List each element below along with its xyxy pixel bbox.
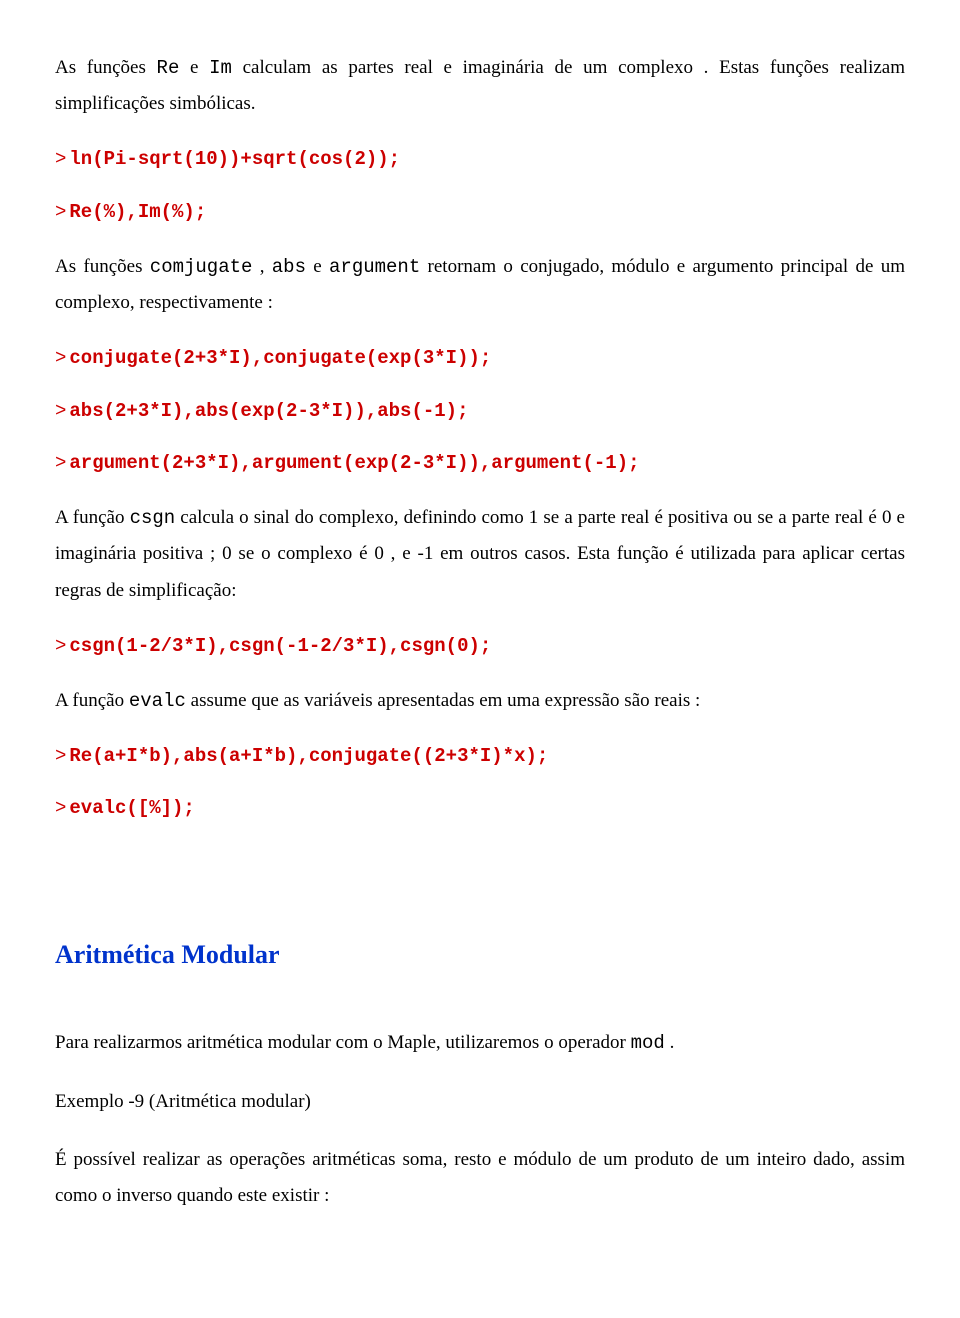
prompt: > (55, 745, 66, 767)
heading-aritmetica-modular: Aritmética Modular (55, 934, 905, 976)
intro-conj-abs-arg: As funções comjugate , abs e argument re… (55, 249, 905, 321)
text: As funções (55, 57, 157, 78)
text: e (179, 57, 209, 78)
intro-operations: É possível realizar as operações aritmét… (55, 1142, 905, 1214)
prompt: > (55, 201, 66, 223)
maple-input-csgn: >csgn(1-2/3*I),csgn(-1-2/3*I),csgn(0); (55, 631, 905, 661)
maple-input-evalc: >evalc([%]); (55, 793, 905, 823)
intro-evalc: A função evalc assume que as variáveis a… (55, 683, 905, 719)
prompt: > (55, 400, 66, 422)
fn-conjugate: comjugate (150, 256, 253, 278)
code: argument(2+3*I),argument(exp(2-3*I)),arg… (69, 452, 639, 474)
fn-re: Re (157, 57, 180, 79)
code: abs(2+3*I),abs(exp(2-3*I)),abs(-1); (69, 400, 468, 422)
maple-input-re-abs-conj: >Re(a+I*b),abs(a+I*b),conjugate((2+3*I)*… (55, 741, 905, 771)
text: assume que as variáveis apresentadas em … (186, 690, 700, 711)
fn-abs: abs (272, 256, 306, 278)
text: Para realizarmos aritmética modular com … (55, 1032, 631, 1053)
fn-evalc: evalc (129, 690, 186, 712)
maple-input-abs: >abs(2+3*I),abs(exp(2-3*I)),abs(-1); (55, 396, 905, 426)
text: . (665, 1032, 675, 1053)
prompt: > (55, 452, 66, 474)
maple-input-argument: >argument(2+3*I),argument(exp(2-3*I)),ar… (55, 448, 905, 478)
code: Re(%),Im(%); (69, 201, 206, 223)
code: conjugate(2+3*I),conjugate(exp(3*I)); (69, 347, 491, 369)
prompt: > (55, 635, 66, 657)
code: evalc([%]); (69, 797, 194, 819)
text: A função (55, 690, 129, 711)
maple-input-re-im: >Re(%),Im(%); (55, 197, 905, 227)
fn-mod: mod (631, 1032, 665, 1054)
intro-re-im: As funções Re e Im calculam as partes re… (55, 50, 905, 122)
fn-argument: argument (329, 256, 420, 278)
text: calcula o sinal do complexo, definindo c… (55, 507, 905, 600)
text: As funções (55, 256, 150, 277)
text: , (252, 256, 271, 277)
prompt: > (55, 797, 66, 819)
text: e (306, 256, 329, 277)
code: csgn(1-2/3*I),csgn(-1-2/3*I),csgn(0); (69, 635, 491, 657)
code: ln(Pi-sqrt(10))+sqrt(cos(2)); (69, 148, 400, 170)
maple-input-ln: >ln(Pi-sqrt(10))+sqrt(cos(2)); (55, 144, 905, 174)
maple-input-conjugate: >conjugate(2+3*I),conjugate(exp(3*I)); (55, 343, 905, 373)
prompt: > (55, 347, 66, 369)
example-label: Exemplo -9 (Aritmética modular) (55, 1084, 905, 1120)
text: A função (55, 507, 130, 528)
intro-mod: Para realizarmos aritmética modular com … (55, 1025, 905, 1061)
fn-csgn: csgn (130, 507, 176, 529)
code: Re(a+I*b),abs(a+I*b),conjugate((2+3*I)*x… (69, 745, 548, 767)
prompt: > (55, 148, 66, 170)
fn-im: Im (209, 57, 232, 79)
intro-csgn: A função csgn calcula o sinal do complex… (55, 500, 905, 608)
